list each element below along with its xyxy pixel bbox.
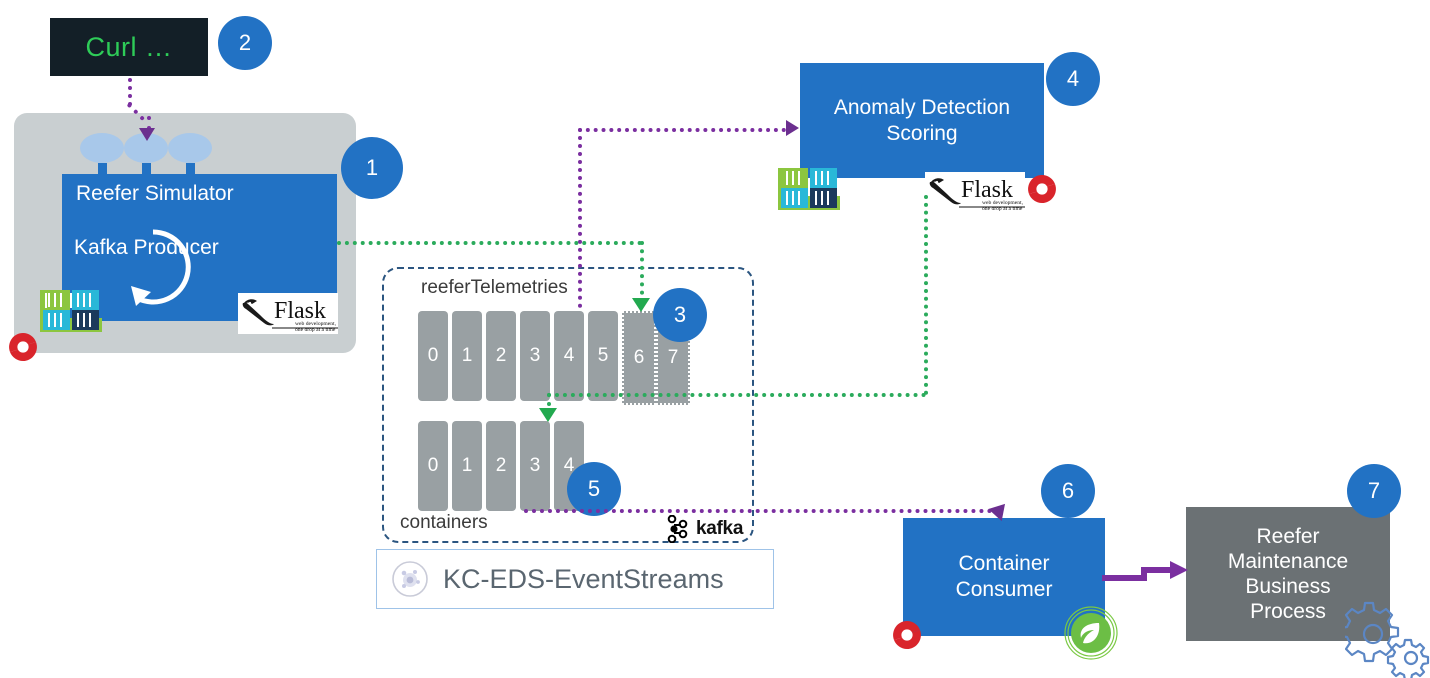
flow-telemetries-to-anomaly-arrowhead (786, 120, 799, 136)
badge-2: 2 (218, 16, 272, 70)
flow-consumer-to-maintenance (1102, 561, 1188, 581)
flow-producer-to-telemetries-v (640, 241, 644, 303)
consumer-title-line1: Container (958, 552, 1050, 576)
partition[interactable]: 6 (622, 311, 656, 405)
kafka-logo-label: kafka (696, 518, 744, 539)
badge-3: 3 (653, 288, 707, 342)
topic-label-containers: containers (400, 512, 488, 533)
flow-anomaly-to-containers-arrowhead (539, 408, 557, 422)
event-streams-icon (392, 561, 428, 597)
openshift-icon (9, 333, 37, 361)
badge-1: 1 (341, 137, 403, 199)
spring-boot-leaf-icon (1064, 606, 1118, 660)
container-stack-icon (778, 166, 844, 216)
maintenance-title-line1: Reefer (1256, 524, 1320, 548)
flow-containers-to-consumer-h (524, 509, 1000, 513)
reefer-simulator-title: Reefer Simulator (76, 182, 234, 205)
maintenance-title-line3: Business (1245, 575, 1331, 598)
flow-curl-to-simulator-arrowhead (139, 128, 155, 141)
architecture-diagram: Reefer Simulator Kafka Producer Flask we… (0, 0, 1430, 678)
flow-anomaly-to-containers-h (547, 393, 926, 397)
kafka-logo: kafka (665, 515, 743, 543)
openshift-icon (1028, 175, 1056, 203)
anomaly-detection-box[interactable]: Anomaly Detection Scoring (800, 63, 1044, 178)
partition[interactable]: 2 (486, 421, 516, 511)
event-streams-label: KC-EDS-EventStreams (443, 563, 724, 594)
partition[interactable]: 1 (452, 311, 482, 401)
curl-terminal-label: Curl … (85, 31, 173, 62)
maintenance-title-line2: Maintenance (1227, 549, 1349, 573)
flow-producer-to-telemetries-h (337, 241, 642, 245)
topic-label-reefertelemetries: reeferTelemetries (421, 277, 568, 298)
partition[interactable]: 3 (520, 311, 550, 401)
maintenance-title-line4: Process (1250, 600, 1326, 624)
badge-7: 7 (1347, 464, 1401, 518)
partition[interactable]: 0 (418, 311, 448, 401)
partition[interactable]: 3 (520, 421, 550, 511)
curl-terminal-box[interactable]: Curl … (50, 18, 208, 76)
anomaly-title-line2: Scoring (886, 121, 958, 145)
flow-telemetries-to-anomaly-v (578, 128, 582, 308)
flask-logo: Flask web development, one drop at a tim… (925, 172, 1025, 213)
gears-icon (1345, 601, 1430, 678)
partitions-reefertelemetries: 0 1 2 3 4 5 6 7 (418, 311, 690, 405)
event-streams-bar[interactable]: KC-EDS-EventStreams (376, 549, 774, 609)
partition[interactable]: 4 (554, 311, 584, 401)
loop-arrow-icon (131, 229, 191, 306)
flow-producer-to-telemetries-arrowhead (632, 298, 650, 312)
badge-4: 4 (1046, 52, 1100, 106)
flow-telemetries-to-anomaly-h (578, 128, 786, 132)
badge-5: 5 (567, 462, 621, 516)
partitions-containers: 0 1 2 3 4 (418, 421, 588, 511)
kafka-icon (667, 515, 688, 543)
badge-6: 6 (1041, 464, 1095, 518)
flask-logo: Flask web development, one drop at a tim… (238, 293, 338, 334)
partition[interactable]: 0 (418, 421, 448, 511)
consumer-title-line2: Consumer (955, 578, 1053, 601)
partition[interactable]: 1 (452, 421, 482, 511)
openshift-icon (893, 621, 921, 649)
container-stack-icon (40, 288, 106, 338)
anomaly-title-line1: Anomaly Detection (833, 95, 1011, 119)
flow-anomaly-to-containers-v1 (924, 195, 928, 395)
partition[interactable]: 2 (486, 311, 516, 401)
partition[interactable]: 5 (588, 311, 618, 401)
